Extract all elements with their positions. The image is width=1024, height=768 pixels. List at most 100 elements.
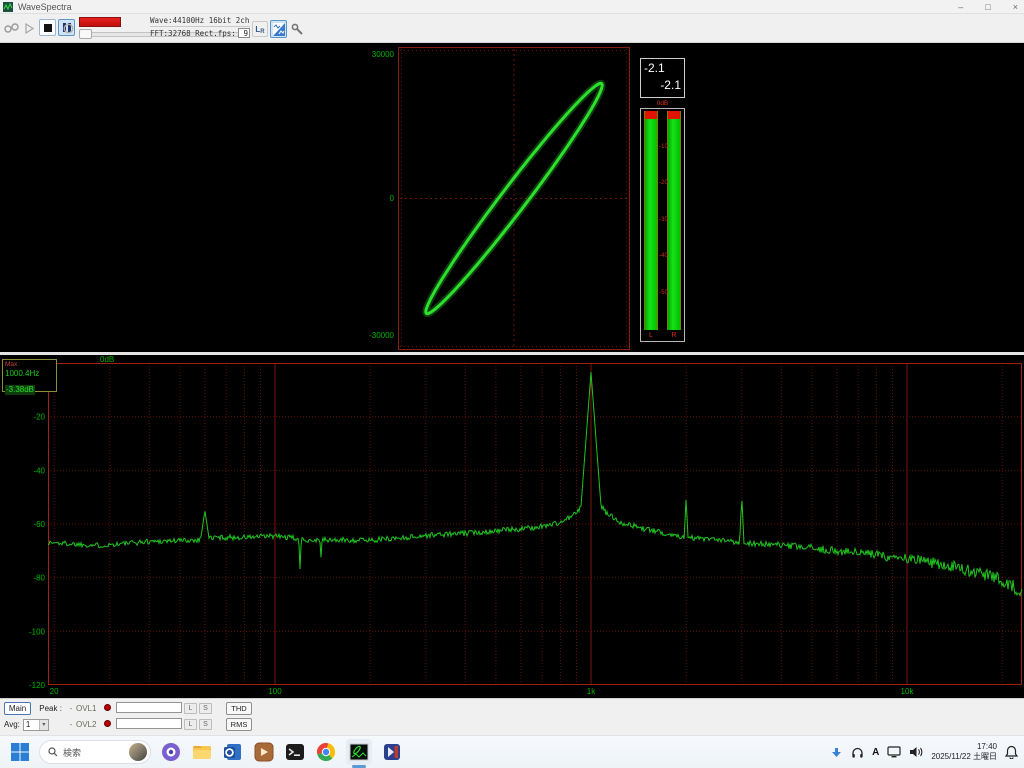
meter-bar-right-cap — [668, 111, 680, 119]
ovl2-l-button[interactable]: L — [184, 719, 197, 730]
search-box[interactable]: 検索 — [39, 740, 151, 764]
spectrum-x-tick: 100 — [268, 687, 282, 696]
volume-icon[interactable] — [909, 746, 923, 758]
fft-info: FFT:32768 Rect. — [150, 29, 218, 38]
start-button[interactable] — [10, 742, 30, 762]
meter-scale-label: -50 — [641, 290, 686, 296]
app-icon — [3, 2, 13, 12]
open-file-icon — [4, 22, 19, 34]
minimize-button[interactable]: – — [958, 2, 963, 12]
record-level-bar — [79, 17, 121, 27]
taskbar-media-player[interactable] — [253, 741, 275, 763]
ovl1-led[interactable] — [104, 704, 111, 711]
clock[interactable]: 17:40 2025/11/22 土曜日 — [931, 742, 997, 762]
lissajous-plot — [0, 43, 1024, 352]
thd-button[interactable]: THD — [226, 702, 252, 715]
spectrum-x-tick: 20 — [50, 687, 59, 696]
spectrum-y-tick: -40 — [33, 466, 45, 475]
meter-left-value: -2.1 — [644, 61, 665, 75]
meter-scale-label: -30 — [641, 217, 686, 223]
fps-label: fps: — [218, 29, 236, 38]
meter-bar-left-cap — [645, 111, 657, 119]
max-frequency-value: 1000.4Hz — [5, 369, 54, 379]
stop-icon — [44, 24, 52, 32]
play-button[interactable] — [22, 21, 36, 35]
meter-bars: L R -10-20-30-40-50 — [640, 108, 685, 342]
stream-info: Wave:44100Hz 16bit 2ch FFT:32768 Rect. f… — [150, 15, 250, 41]
ovl2-led[interactable] — [104, 720, 111, 727]
meter-zero-label: 0dB — [640, 100, 685, 107]
ovl1-l-button[interactable]: L — [184, 703, 197, 714]
toolbar: Wave:44100Hz 16bit 2ch FFT:32768 Rect. f… — [0, 14, 1024, 43]
meter-readout: -2.1 -2.1 — [640, 58, 685, 98]
spectrum-y-tick: 0dB — [100, 355, 114, 364]
wrench-icon — [291, 23, 304, 36]
play-icon — [24, 23, 35, 34]
spectrum-x-tick: 1k — [587, 687, 596, 696]
settings-button[interactable] — [290, 21, 305, 37]
avg-label: Avg: — [4, 720, 20, 729]
avg-value: 1 — [24, 720, 39, 729]
ovl2-input[interactable] — [116, 718, 182, 729]
window-title: WaveSpectra — [18, 2, 72, 12]
dash-1: - — [66, 704, 76, 713]
spectrum-y-tick: -20 — [33, 413, 45, 422]
rms-button[interactable]: RMS — [226, 718, 252, 731]
search-placeholder: 検索 — [63, 746, 129, 759]
taskbar-outlook[interactable] — [222, 741, 244, 763]
main-view-button[interactable]: Main — [4, 702, 31, 715]
display-mode-toggle-button[interactable] — [270, 20, 287, 38]
stop-button[interactable] — [39, 19, 56, 36]
level-meter: -2.1 -2.1 0dB L R -10-20-30-40-50 — [640, 58, 686, 342]
taskbar-app-chat[interactable] — [160, 741, 182, 763]
fps-value-box[interactable]: 9 — [238, 28, 250, 38]
ovl2-label: OVL2 — [76, 720, 104, 729]
meter-right-value: -2.1 — [660, 78, 681, 92]
meter-scale-label: -40 — [641, 253, 686, 259]
ime-indicator[interactable]: A — [872, 747, 879, 758]
scope-ymax-label: 30000 — [356, 50, 394, 59]
lr-swap-button[interactable]: LR — [252, 21, 268, 37]
maximize-button[interactable]: □ — [985, 2, 990, 12]
ovl1-label: OVL1 — [76, 704, 104, 713]
title-bar: WaveSpectra – □ × — [0, 0, 1024, 14]
avg-select[interactable]: 1▾ — [23, 719, 49, 731]
meter-scale-label: -10 — [641, 144, 686, 150]
clock-time: 17:40 — [931, 742, 997, 752]
spectrum-y-tick: -60 — [33, 520, 45, 529]
notification-bell-icon[interactable] — [1005, 745, 1018, 759]
search-icon — [48, 747, 58, 757]
scope-ymin-label: -30000 — [356, 331, 394, 340]
spectrum-panel: 0dB-20-40-60-80-100-120201001k10k Max 10… — [0, 355, 1024, 698]
ovl1-s-button[interactable]: S — [199, 703, 212, 714]
open-file-button[interactable] — [3, 21, 19, 35]
wavespectra-window: WaveSpectra – □ × — [0, 0, 1024, 768]
ovl2-s-button[interactable]: S — [199, 719, 212, 730]
meter-right-channel-label: R — [667, 332, 681, 339]
seek-slider-thumb[interactable] — [79, 29, 92, 39]
tray-update-arrow-icon[interactable] — [830, 746, 843, 759]
spectrum-x-tick: 10k — [901, 687, 915, 696]
dash-2: - — [66, 720, 76, 729]
record-button[interactable] — [61, 21, 75, 35]
taskbar-wavespectra-active[interactable] — [346, 739, 372, 765]
peak-label: Peak : — [39, 704, 62, 713]
taskbar-video-editor[interactable] — [381, 741, 403, 763]
ovl1-input[interactable] — [116, 702, 182, 713]
taskbar-chrome[interactable] — [315, 741, 337, 763]
meter-left-channel-label: L — [644, 332, 658, 339]
spectrum-y-tick: -120 — [29, 681, 46, 690]
clock-date: 2025/11/22 土曜日 — [931, 752, 997, 762]
tray-headphones-icon[interactable] — [851, 746, 864, 759]
scope-ymid-label: 0 — [356, 194, 394, 203]
spectrum-plot: 0dB-20-40-60-80-100-120201001k10k — [0, 355, 1024, 698]
display-mode-icon — [273, 23, 285, 36]
spectrum-y-tick: -80 — [33, 574, 45, 583]
max-label: Max — [5, 361, 54, 369]
taskbar-terminal[interactable] — [284, 741, 306, 763]
close-button[interactable]: × — [1013, 2, 1018, 12]
record-icon — [63, 23, 74, 34]
network-icon[interactable] — [887, 746, 901, 758]
taskbar-file-explorer[interactable] — [191, 741, 213, 763]
search-highlight-image[interactable] — [129, 743, 147, 761]
